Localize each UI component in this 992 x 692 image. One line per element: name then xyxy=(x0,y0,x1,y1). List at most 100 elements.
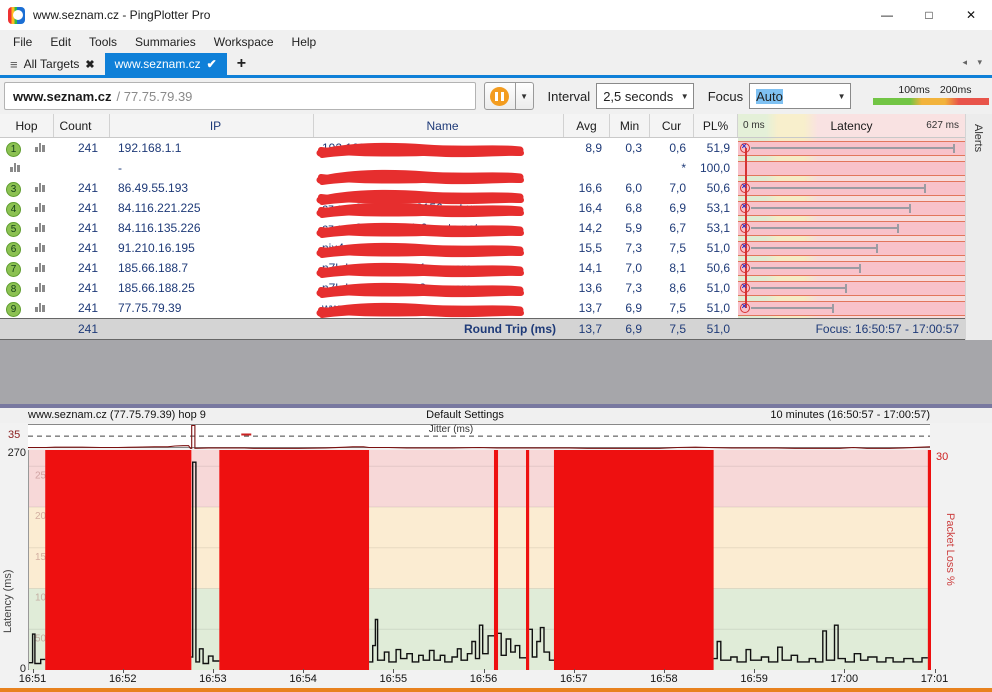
col-min[interactable]: Min xyxy=(610,114,650,137)
latency-title: Latency xyxy=(830,119,872,133)
name-cell: 192.168.1.1 xyxy=(314,141,564,155)
maximize-button[interactable]: □ xyxy=(908,0,950,30)
time-tick-label: 16:52 xyxy=(109,673,137,685)
col-count[interactable]: Count xyxy=(54,114,110,137)
latency-avg-marker xyxy=(740,243,750,253)
hop-graph-icon[interactable] xyxy=(35,143,45,152)
cur-cell: * xyxy=(650,161,694,175)
latency-cell[interactable] xyxy=(738,218,965,238)
latency-cell[interactable] xyxy=(738,298,965,318)
hop-number-badge: 4 xyxy=(6,202,21,217)
pause-button[interactable] xyxy=(484,82,516,110)
tab-all-targets-label: All Targets xyxy=(24,57,80,71)
minimize-button[interactable]: — xyxy=(866,0,908,30)
tab-overflow-arrows-icon[interactable]: ◂ ▾ xyxy=(962,57,986,68)
name-cell: n7k-ko-a-vdc-2-po3.seznam.cz xyxy=(314,281,564,295)
menu-file[interactable]: File xyxy=(4,32,41,52)
redaction-scribble xyxy=(316,169,524,186)
table-row[interactable]: 6 241 91.210.16.195 nix4.seznam.cz 15,5 … xyxy=(0,238,965,258)
time-tick-label: 17:01 xyxy=(921,673,949,685)
pl-cell: 100,0 xyxy=(694,161,738,175)
tab-seznam[interactable]: www.seznam.cz ✔ xyxy=(105,53,227,75)
table-row[interactable]: 5 241 84.116.135.226 cz-prg01a-ri1-ae1-0… xyxy=(0,218,965,238)
latency-cell[interactable] xyxy=(738,278,965,298)
count-cell: 241 xyxy=(54,201,110,215)
table-row[interactable]: 1 241 192.168.1.1 192.168.1.1 8,9 0,3 0,… xyxy=(0,138,965,158)
count-cell: 241 xyxy=(54,261,110,275)
window-title: www.seznam.cz - PingPlotter Pro xyxy=(33,8,210,22)
table-row[interactable]: 9 241 77.75.79.39 www.seznam.cz 13,7 6,9… xyxy=(0,298,965,318)
latency-cell[interactable] xyxy=(738,178,965,198)
hop-graph-icon[interactable] xyxy=(35,303,45,312)
table-row[interactable]: - * 100,0 xyxy=(0,158,965,178)
hop-number-badge: 1 xyxy=(6,142,21,157)
jitter-axis-title: Jitter (ms) xyxy=(0,424,902,435)
latency-avg-marker xyxy=(740,303,750,313)
hop-number-badge: 3 xyxy=(6,182,21,197)
col-cur[interactable]: Cur xyxy=(650,114,694,137)
hop-graph-icon[interactable] xyxy=(35,203,45,212)
hop-graph-icon[interactable] xyxy=(35,263,45,272)
time-graph[interactable]: 35 Jitter (ms) 270 0 Latency (ms) 30 Pac… xyxy=(0,423,992,692)
close-button[interactable]: ✕ xyxy=(950,0,992,30)
col-pl[interactable]: PL% xyxy=(694,114,738,137)
pl-cell: 51,9 xyxy=(694,141,738,155)
table-row[interactable]: 7 241 185.66.188.7 n7k-ko-a-vdc-1-po1.se… xyxy=(0,258,965,278)
new-tab-button[interactable]: + xyxy=(227,53,256,75)
ip-cell: 84.116.135.226 xyxy=(110,221,314,235)
time-tick-label: 16:59 xyxy=(740,673,768,685)
latency-cell[interactable] xyxy=(738,258,965,278)
col-name[interactable]: Name xyxy=(314,114,564,137)
graph-target-label[interactable]: www.seznam.cz (77.75.79.39) hop 9 xyxy=(28,409,206,421)
time-tick-label: 17:00 xyxy=(831,673,859,685)
loss-axis-max: 30 xyxy=(936,451,948,463)
latency-row-strip xyxy=(738,221,965,236)
latency-range-bar xyxy=(751,287,845,289)
col-avg[interactable]: Avg xyxy=(564,114,610,137)
ip-cell: 192.168.1.1 xyxy=(110,141,314,155)
col-latency[interactable]: 0 ms Latency 627 ms xyxy=(738,114,965,137)
table-row[interactable]: 4 241 84.116.221.225 cz-prg01a-ra4-vla21… xyxy=(0,198,965,218)
table-footer-row: 241 Round Trip (ms) 13,7 6,9 7,5 51,0 Fo… xyxy=(0,318,965,340)
pl-cell: 50,6 xyxy=(694,261,738,275)
latency-cell[interactable] xyxy=(738,158,965,178)
hop-graph-icon[interactable] xyxy=(35,283,45,292)
menu-edit[interactable]: Edit xyxy=(41,32,80,52)
latency-cell[interactable] xyxy=(738,138,965,158)
hop-graph-icon[interactable] xyxy=(10,163,20,172)
count-cell: 241 xyxy=(54,141,110,155)
hop-graph-icon[interactable] xyxy=(35,183,45,192)
ip-cell: 91.210.16.195 xyxy=(110,241,314,255)
menu-tools[interactable]: Tools xyxy=(80,32,126,52)
footer-cur: 7,5 xyxy=(650,322,694,336)
pause-dropdown-arrow[interactable]: ▼ xyxy=(516,82,534,110)
redaction-scribble xyxy=(316,222,524,239)
latency-cell[interactable] xyxy=(738,238,965,258)
alerts-tab[interactable]: Alerts xyxy=(966,118,990,158)
table-row[interactable]: 8 241 185.66.188.25 n7k-ko-a-vdc-2-po3.s… xyxy=(0,278,965,298)
hop-graph-icon[interactable] xyxy=(35,223,45,232)
target-address-box[interactable]: www.seznam.cz / 77.75.79.39 xyxy=(4,82,476,110)
menu-summaries[interactable]: Summaries xyxy=(126,32,205,52)
time-tick-label: 16:54 xyxy=(289,673,317,685)
interval-select[interactable]: 2,5 seconds ▼ xyxy=(596,83,694,109)
footer-count: 241 xyxy=(54,322,110,336)
col-hop[interactable]: Hop xyxy=(0,114,54,137)
latency-row-strip xyxy=(738,161,965,176)
latency-avg-marker xyxy=(740,143,750,153)
latency-loss-plot[interactable]: 250 ms200 ms150 ms100 ms50 ms xyxy=(28,450,930,670)
latency-scale-min: 0 ms xyxy=(743,120,765,131)
latency-cell[interactable] xyxy=(738,198,965,218)
target-ip: / 77.75.79.39 xyxy=(117,89,193,104)
focus-select[interactable]: Auto ▼ xyxy=(749,83,851,109)
graph-timespan-label[interactable]: 10 minutes (16:50:57 - 17:00:57) xyxy=(770,409,930,421)
ip-cell: - xyxy=(110,161,314,175)
hop-number-badge: 7 xyxy=(6,262,21,277)
col-ip[interactable]: IP xyxy=(110,114,314,137)
menu-workspace[interactable]: Workspace xyxy=(205,32,283,52)
tab-close-icon[interactable]: ✖ xyxy=(85,58,94,71)
menu-help[interactable]: Help xyxy=(283,32,326,52)
hop-number-badge: 9 xyxy=(6,302,21,317)
tab-all-targets[interactable]: ≡ All Targets ✖ xyxy=(0,53,105,75)
hop-graph-icon[interactable] xyxy=(35,243,45,252)
